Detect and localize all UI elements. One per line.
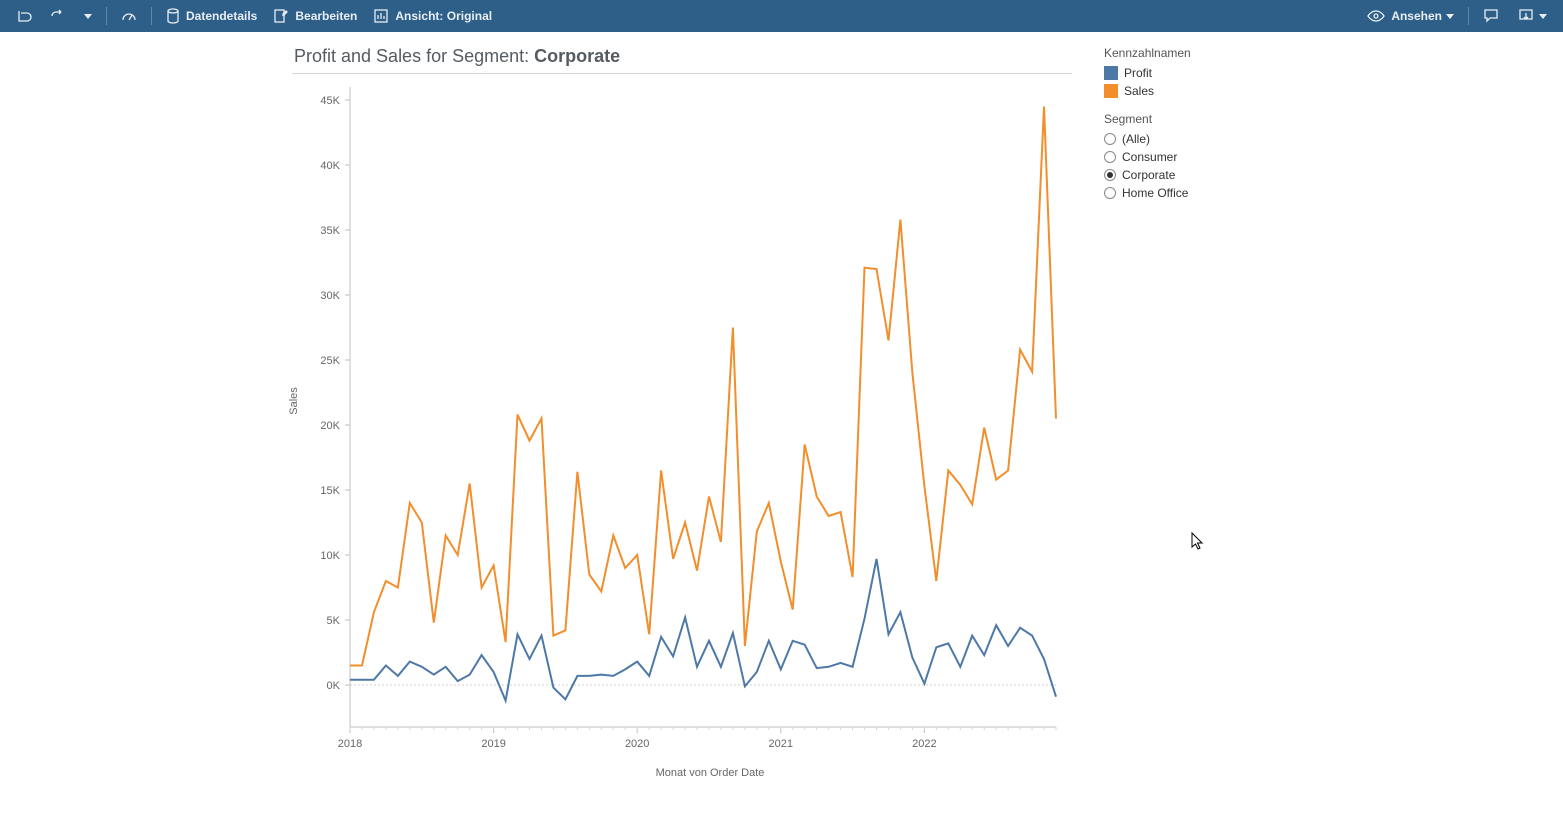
svg-text:20K: 20K xyxy=(320,420,340,432)
legend-item[interactable]: Profit xyxy=(1104,66,1547,80)
edit-label: Bearbeiten xyxy=(295,9,357,23)
filter-title: Segment xyxy=(1104,112,1547,126)
edit-button[interactable]: Bearbeiten xyxy=(265,0,365,32)
svg-text:35K: 35K xyxy=(320,225,340,237)
redo-button[interactable] xyxy=(40,0,72,32)
segment-filter: Segment (Alle) Consumer Corporate Home Offi… xyxy=(1104,112,1547,200)
segment-option-label: Corporate xyxy=(1122,168,1175,182)
watch-button[interactable]: Ansehen xyxy=(1359,0,1462,32)
svg-text:15K: 15K xyxy=(320,485,340,497)
svg-text:2019: 2019 xyxy=(481,738,505,750)
undo-icon xyxy=(16,8,32,24)
view-button[interactable]: Ansicht: Original xyxy=(365,0,500,32)
legend-swatch xyxy=(1104,66,1118,80)
redo-dropdown[interactable] xyxy=(72,0,100,32)
separator xyxy=(106,7,107,25)
legend-title: Kennzahlnamen xyxy=(1104,46,1547,60)
comments-button[interactable] xyxy=(1475,0,1509,32)
legend-label: Profit xyxy=(1124,66,1152,80)
data-details-label: Datendetails xyxy=(186,9,257,23)
eye-icon xyxy=(1367,9,1385,23)
segment-option[interactable]: Consumer xyxy=(1104,150,1547,164)
svg-text:10K: 10K xyxy=(320,550,340,562)
profit-line[interactable] xyxy=(350,559,1056,701)
svg-text:25K: 25K xyxy=(320,355,340,367)
main-content: Profit and Sales for Segment: Corporate … xyxy=(0,32,1563,821)
svg-text:5K: 5K xyxy=(327,615,341,627)
radio-icon xyxy=(1104,187,1116,199)
comment-icon xyxy=(1483,8,1501,24)
separator xyxy=(151,7,152,25)
radio-icon xyxy=(1104,133,1116,145)
database-icon xyxy=(166,8,180,24)
toolbar: Datendetails Bearbeiten Ansicht: Origina… xyxy=(0,0,1563,32)
radio-icon xyxy=(1104,151,1116,163)
separator xyxy=(1468,7,1469,25)
radio-icon xyxy=(1104,169,1116,181)
chevron-down-icon xyxy=(1539,14,1547,19)
download-icon xyxy=(1517,8,1535,24)
segment-option[interactable]: (Alle) xyxy=(1104,132,1547,146)
svg-text:2021: 2021 xyxy=(769,738,793,750)
svg-text:0K: 0K xyxy=(327,680,341,692)
segment-option-label: Home Office xyxy=(1122,186,1188,200)
chart-title: Profit and Sales for Segment: Corporate xyxy=(294,46,1088,67)
legend-label: Sales xyxy=(1124,84,1154,98)
svg-text:45K: 45K xyxy=(320,95,340,107)
chart-zone: Sales Monat von Order Date 0K5K10K15K20K… xyxy=(0,73,1088,813)
svg-text:30K: 30K xyxy=(320,290,340,302)
filter-option-list: (Alle) Consumer Corporate Home Office xyxy=(1104,132,1547,200)
svg-text:40K: 40K xyxy=(320,160,340,172)
edit-icon xyxy=(273,8,289,24)
watch-label: Ansehen xyxy=(1391,9,1442,23)
segment-option[interactable]: Home Office xyxy=(1104,186,1547,200)
undo-button[interactable] xyxy=(8,0,40,32)
performance-button[interactable] xyxy=(113,0,145,32)
download-button[interactable] xyxy=(1509,0,1555,32)
svg-text:2022: 2022 xyxy=(912,738,936,750)
view-label: Ansicht: Original xyxy=(395,9,492,23)
legend-list: Profit Sales xyxy=(1104,66,1547,98)
visualization-panel: Profit and Sales for Segment: Corporate … xyxy=(0,32,1088,821)
segment-option-label: (Alle) xyxy=(1122,132,1150,146)
svg-text:2018: 2018 xyxy=(338,738,362,750)
svg-text:2020: 2020 xyxy=(625,738,649,750)
data-details-button[interactable]: Datendetails xyxy=(158,0,265,32)
chart-icon xyxy=(373,8,389,24)
legend-item[interactable]: Sales xyxy=(1104,84,1547,98)
gauge-icon xyxy=(121,8,137,24)
sales-line[interactable] xyxy=(350,107,1056,666)
legend-swatch xyxy=(1104,84,1118,98)
chevron-down-icon xyxy=(1446,14,1454,19)
chevron-down-icon xyxy=(84,14,92,19)
redo-icon xyxy=(48,8,64,24)
segment-option[interactable]: Corporate xyxy=(1104,168,1547,182)
segment-option-label: Consumer xyxy=(1122,150,1177,164)
side-panel: Kennzahlnamen Profit Sales Segment (Alle)… xyxy=(1088,32,1563,821)
line-chart[interactable]: 0K 5K 10K 15K 20K 25K 30K 35K 40K 45K 2018 2019 2020… xyxy=(0,73,1088,793)
